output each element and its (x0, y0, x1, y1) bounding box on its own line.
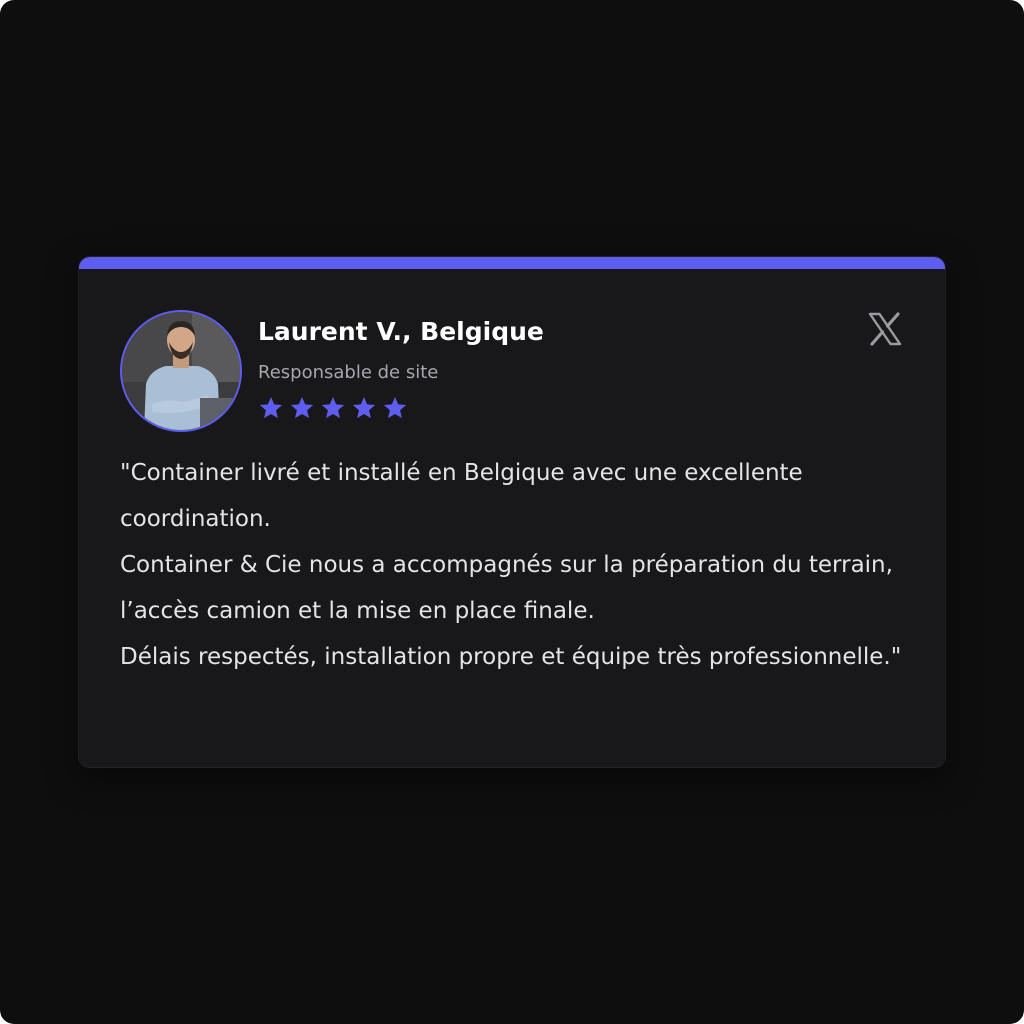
star-icon (383, 396, 407, 419)
review-quote: "Container livré et installé en Belgique… (120, 450, 910, 680)
page-background: Laurent V., Belgique Responsable de site… (0, 0, 1024, 1024)
star-icon (259, 396, 283, 419)
x-profile-link[interactable] (865, 309, 905, 349)
star-icon (352, 396, 376, 419)
reviewer-name: Laurent V., Belgique (258, 317, 544, 346)
star-icon (321, 396, 345, 419)
x-logo-icon (868, 312, 902, 346)
quote-line: Délais respectés, installation propre et… (120, 644, 902, 670)
star-icon (290, 396, 314, 419)
card-accent-bar (79, 257, 945, 269)
avatar (120, 310, 242, 432)
quote-line: "Container livré et installé en Belgique… (120, 460, 803, 532)
reviewer-role: Responsable de site (258, 362, 439, 383)
quote-line: Container & Cie nous a accompagnés sur l… (120, 552, 893, 624)
star-rating (258, 395, 408, 421)
testimonial-card: Laurent V., Belgique Responsable de site… (78, 256, 946, 768)
avatar-photo (122, 312, 240, 430)
